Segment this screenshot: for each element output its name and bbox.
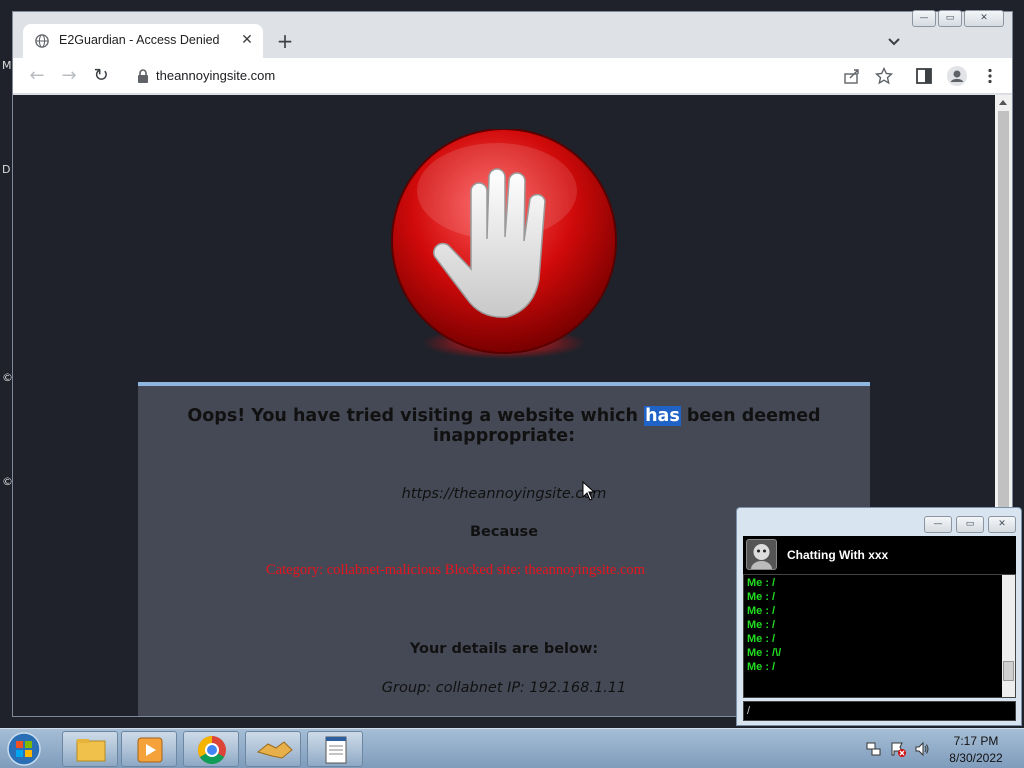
star-icon[interactable]	[875, 67, 893, 85]
chat-header: Chatting With xxx	[743, 536, 1016, 574]
explorer-icon	[76, 739, 106, 762]
taskbar-media-button[interactable]	[121, 731, 177, 767]
chat-message: Me : /	[747, 591, 776, 603]
back-button[interactable]: ←	[27, 66, 47, 86]
chrome-icon	[198, 736, 226, 764]
chat-scrollbar[interactable]	[1002, 575, 1015, 697]
clock-time[interactable]: 7:17 PM	[948, 734, 1004, 748]
forward-button[interactable]: →	[59, 66, 79, 86]
avatar	[746, 539, 777, 570]
chat-input[interactable]: /	[743, 701, 1016, 721]
chat-message: Me : /	[747, 661, 776, 673]
start-button[interactable]	[5, 731, 43, 767]
block-reason: Category: collabnet-malicious Blocked si…	[266, 562, 645, 578]
browser-toolbar: ← → ↻ theannoyingsite.com	[13, 58, 1012, 94]
notepad-icon	[325, 736, 347, 764]
clock-date[interactable]: 8/30/2022	[944, 751, 1008, 765]
volume-icon[interactable]	[914, 741, 930, 757]
mouse-cursor-icon	[582, 481, 596, 501]
lock-icon[interactable]	[137, 69, 149, 83]
maximize-button[interactable]: ▭	[938, 10, 962, 27]
profile-icon[interactable]	[947, 66, 967, 86]
chat-message: Me : /	[747, 577, 776, 589]
avatar-image	[751, 544, 772, 569]
chat-minimize-button[interactable]: —	[924, 516, 952, 533]
selected-text: has	[644, 406, 681, 426]
desktop-edge-text: D	[2, 163, 11, 176]
blocked-url: https://theannoyingsite.com	[401, 486, 607, 502]
tab-strip: E2Guardian - Access Denied ✕ + — ▭ ✕	[13, 10, 1012, 58]
reload-button[interactable]: ↻	[91, 66, 111, 86]
chat-message: Me : /	[747, 605, 776, 617]
chat-close-button[interactable]: ✕	[988, 516, 1016, 533]
page-title: Oops! You have tried visiting a website …	[138, 406, 870, 446]
chat-scrollbar-thumb[interactable]	[1003, 661, 1014, 681]
tab-access-denied[interactable]: E2Guardian - Access Denied ✕	[23, 24, 263, 58]
stop-hand-icon	[391, 129, 617, 359]
desktop-edge-text: M	[2, 59, 12, 72]
scroll-up-arrow[interactable]	[999, 100, 1007, 105]
side-panel-icon[interactable]	[915, 67, 933, 85]
chat-maximize-button[interactable]: ▭	[956, 516, 984, 533]
close-icon[interactable]: ✕	[239, 32, 255, 48]
globe-icon	[35, 34, 49, 48]
share-icon[interactable]	[843, 67, 861, 85]
media-player-icon	[137, 737, 163, 763]
menu-icon[interactable]	[981, 67, 999, 85]
chat-window: — ▭ ✕ Chatting With xxx Me : / Me : / Me…	[736, 507, 1022, 726]
chat-log: Me : / Me : / Me : / Me : / Me : / Me : …	[743, 574, 1016, 698]
chat-window-controls: — ▭ ✕	[924, 516, 1016, 533]
heading-text: Oops! You have tried visiting a website …	[187, 406, 645, 426]
chat-message: Me : /	[747, 619, 776, 631]
network-icon[interactable]	[866, 741, 882, 757]
minimize-button[interactable]: —	[912, 10, 936, 27]
tab-title: E2Guardian - Access Denied	[59, 33, 220, 47]
taskbar-notepad-button[interactable]	[307, 731, 363, 767]
chat-message: Me : /\/	[747, 647, 782, 659]
window-controls: — ▭ ✕	[912, 10, 1004, 27]
taskbar-handshake-button[interactable]	[245, 731, 301, 767]
address-bar[interactable]: theannoyingsite.com	[156, 68, 275, 83]
new-tab-button[interactable]: +	[273, 30, 297, 54]
taskbar-chrome-button[interactable]	[183, 731, 239, 767]
taskbar: 7:17 PM 8/30/2022	[0, 728, 1024, 768]
chat-message: Me : /	[747, 633, 776, 645]
chevron-down-icon[interactable]	[885, 32, 903, 50]
handshake-icon	[256, 741, 293, 759]
action-center-icon[interactable]	[890, 741, 906, 757]
chat-title: Chatting With xxx	[787, 548, 889, 562]
taskbar-explorer-button[interactable]	[62, 731, 118, 767]
close-window-button[interactable]: ✕	[964, 10, 1004, 27]
